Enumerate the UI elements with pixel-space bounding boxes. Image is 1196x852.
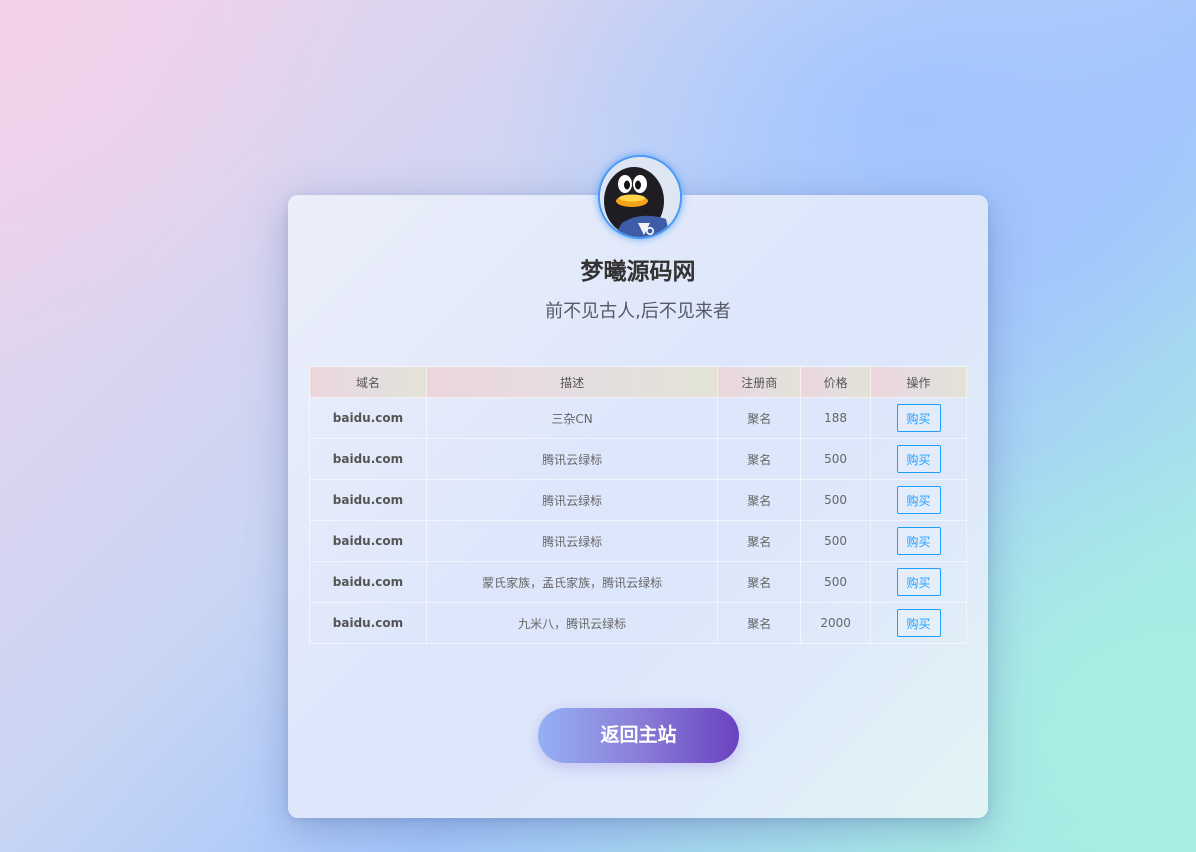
domain-cell: baidu.com — [309, 520, 427, 562]
action-cell: 购买 — [870, 520, 967, 562]
table-row: baidu.com 腾讯云绿标 聚名 500 购买 — [309, 438, 967, 480]
buy-button[interactable]: 购买 — [896, 445, 941, 473]
column-header-price: 价格 — [800, 366, 872, 398]
registrar-cell: 聚名 — [717, 397, 802, 439]
buy-button[interactable]: 购买 — [896, 404, 941, 432]
buy-button[interactable]: 购买 — [896, 527, 941, 555]
table-row: baidu.com 九米八，腾讯云绿标 聚名 2000 购买 — [309, 602, 967, 644]
column-header-registrar: 注册商 — [717, 366, 802, 398]
price-cell: 500 — [800, 520, 872, 562]
price-cell: 500 — [800, 479, 872, 521]
action-cell: 购买 — [870, 602, 967, 644]
action-cell: 购买 — [870, 438, 967, 480]
column-header-action: 操作 — [870, 366, 967, 398]
column-header-domain: 域名 — [309, 366, 427, 398]
column-header-description: 描述 — [425, 366, 719, 398]
description-cell: 腾讯云绿标 — [425, 438, 719, 480]
buy-button[interactable]: 购买 — [896, 486, 941, 514]
domain-cell: baidu.com — [309, 561, 427, 603]
registrar-cell: 聚名 — [717, 479, 802, 521]
qq-penguin-icon — [598, 155, 682, 239]
action-cell: 购买 — [870, 479, 967, 521]
domain-cell: baidu.com — [309, 397, 427, 439]
table-row: baidu.com 腾讯云绿标 聚名 500 购买 — [309, 479, 967, 521]
action-cell: 购买 — [870, 397, 967, 439]
back-to-main-site-button[interactable]: 返回主站 — [538, 708, 739, 763]
price-cell: 2000 — [800, 602, 872, 644]
registrar-cell: 聚名 — [717, 561, 802, 603]
site-title: 梦曦源码网 — [580, 259, 696, 285]
price-cell: 500 — [800, 438, 872, 480]
price-cell: 188 — [800, 397, 872, 439]
domain-table: 域名 描述 注册商 价格 操作 baidu.com 三杂CN 聚名 188 购买… — [309, 366, 967, 644]
description-cell: 腾讯云绿标 — [425, 479, 719, 521]
registrar-cell: 聚名 — [717, 520, 802, 562]
table-header-row: 域名 描述 注册商 价格 操作 — [309, 366, 967, 398]
table-row: baidu.com 三杂CN 聚名 188 购买 — [309, 397, 967, 439]
domain-cell: baidu.com — [309, 438, 427, 480]
action-cell: 购买 — [870, 561, 967, 603]
registrar-cell: 聚名 — [717, 438, 802, 480]
domain-cell: baidu.com — [309, 602, 427, 644]
registrar-cell: 聚名 — [717, 602, 802, 644]
site-subtitle: 前不见古人,后不见来者 — [545, 301, 731, 322]
description-cell: 蒙氏家族，孟氏家族，腾讯云绿标 — [425, 561, 719, 603]
description-cell: 腾讯云绿标 — [425, 520, 719, 562]
table-row: baidu.com 蒙氏家族，孟氏家族，腾讯云绿标 聚名 500 购买 — [309, 561, 967, 603]
description-cell: 九米八，腾讯云绿标 — [425, 602, 719, 644]
domain-cell: baidu.com — [309, 479, 427, 521]
price-cell: 500 — [800, 561, 872, 603]
table-row: baidu.com 腾讯云绿标 聚名 500 购买 — [309, 520, 967, 562]
buy-button[interactable]: 购买 — [896, 568, 941, 596]
description-cell: 三杂CN — [425, 397, 719, 439]
buy-button[interactable]: 购买 — [896, 609, 941, 637]
